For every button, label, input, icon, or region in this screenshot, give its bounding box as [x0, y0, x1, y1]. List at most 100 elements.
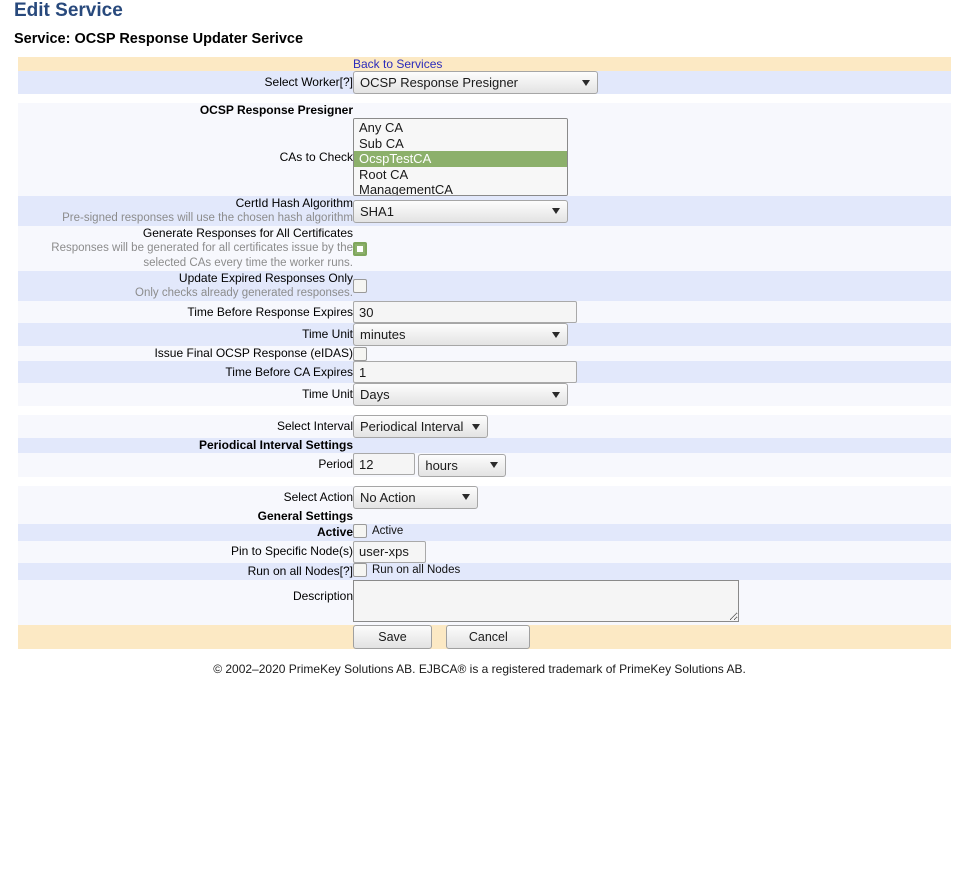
time-unit-ca-dropdown[interactable]: Days	[353, 383, 568, 406]
time-before-response-input[interactable]	[353, 301, 577, 323]
generate-all-help: Responses will be generated for all cert…	[18, 241, 353, 271]
period-cell: hours	[353, 453, 951, 477]
period-unit-dropdown[interactable]: hours	[418, 454, 506, 477]
period-input[interactable]	[353, 453, 415, 475]
run-all-nodes-checkbox-text: Run on all Nodes	[372, 564, 460, 576]
row-general-section-heading: General Settings	[18, 509, 951, 524]
row-time-before-ca: Time Before CA Expires	[18, 361, 951, 383]
cas-to-check-listbox[interactable]: Any CA Sub CA OcspTestCA Root CA Managem…	[353, 118, 568, 196]
row-final-ocsp: Issue Final OCSP Response (eIDAS)	[18, 346, 951, 361]
row-worker-section-heading: OCSP Response Presigner	[18, 103, 951, 118]
page-title: Edit Service	[14, 0, 959, 22]
time-before-response-cell	[353, 301, 951, 323]
time-unit-response-label: Time Unit	[18, 323, 353, 346]
time-unit-response-dropdown[interactable]: minutes	[353, 323, 568, 346]
row-update-expired: Update Expired Responses Only Only check…	[18, 271, 951, 301]
row-period: Period hours	[18, 453, 951, 477]
active-checkbox[interactable]	[353, 524, 367, 538]
save-button[interactable]: Save	[353, 625, 432, 649]
interval-section-spacer	[353, 438, 951, 453]
row-gap-3	[18, 477, 951, 486]
run-all-nodes-cell: Run on all Nodes	[353, 563, 951, 580]
select-interval-label: Select Interval	[18, 415, 353, 438]
interval-section-heading: Periodical Interval Settings	[18, 438, 353, 453]
ca-option[interactable]: ManagementCA	[354, 182, 567, 196]
update-expired-label: Update Expired Responses Only Only check…	[18, 271, 353, 301]
back-to-services-link[interactable]: Back to Services	[353, 57, 442, 71]
row-time-unit-response: Time Unit minutes	[18, 323, 951, 346]
row-back-to-services: Back to Services	[18, 57, 951, 71]
select-action-dropdown[interactable]: No Action	[353, 486, 478, 509]
period-label: Period	[18, 453, 353, 477]
row-certid-hash: CertId Hash Algorithm Pre-signed respons…	[18, 196, 951, 226]
row-cas-to-check: CAs to Check Any CA Sub CA OcspTestCA Ro…	[18, 118, 951, 196]
select-action-wrap: No Action	[353, 486, 478, 509]
row-pin-nodes: Pin to Specific Node(s)	[18, 541, 951, 563]
worker-section-heading-spacer	[353, 103, 951, 118]
final-ocsp-checkbox[interactable]	[353, 347, 367, 361]
certid-hash-help: Pre-signed responses will use the chosen…	[18, 211, 353, 226]
time-unit-ca-wrap: Days	[353, 383, 568, 406]
certid-hash-label: CertId Hash Algorithm Pre-signed respons…	[18, 196, 353, 226]
row-gap-2	[18, 406, 951, 415]
run-all-nodes-checkbox[interactable]	[353, 563, 367, 577]
row-interval-section-heading: Periodical Interval Settings	[18, 438, 951, 453]
active-label: Active	[18, 524, 353, 541]
description-label: Description	[18, 580, 353, 625]
certid-hash-wrap: SHA1	[353, 200, 568, 223]
final-ocsp-label: Issue Final OCSP Response (eIDAS)	[18, 346, 353, 361]
cas-to-check-label: CAs to Check	[18, 118, 353, 196]
time-unit-ca-cell: Days	[353, 383, 951, 406]
ca-option[interactable]: Sub CA	[354, 136, 567, 152]
ca-option[interactable]: Root CA	[354, 167, 567, 183]
general-section-heading: General Settings	[18, 509, 353, 524]
buttons-spacer	[18, 625, 353, 649]
row-select-interval: Select Interval Periodical Interval	[18, 415, 951, 438]
time-before-response-label: Time Before Response Expires	[18, 301, 353, 323]
time-unit-response-wrap: minutes	[353, 323, 568, 346]
certid-hash-dropdown[interactable]: SHA1	[353, 200, 568, 223]
edit-service-form: Back to Services Select Worker[?] OCSP R…	[18, 57, 951, 649]
ca-option[interactable]: Any CA	[354, 120, 567, 136]
run-all-nodes-label: Run on all Nodes[?]	[18, 563, 353, 580]
select-worker-label: Select Worker[?]	[18, 71, 353, 94]
cas-to-check-cell: Any CA Sub CA OcspTestCA Root CA Managem…	[353, 118, 951, 196]
row-time-before-response: Time Before Response Expires	[18, 301, 951, 323]
description-cell	[353, 580, 951, 625]
generate-all-checkbox[interactable]	[353, 242, 367, 256]
row-run-all-nodes: Run on all Nodes[?] Run on all Nodes	[18, 563, 951, 580]
empty-label-cell	[18, 57, 353, 71]
active-checkbox-row[interactable]: Active	[353, 524, 403, 538]
general-section-spacer	[353, 509, 951, 524]
time-before-ca-input[interactable]	[353, 361, 577, 383]
certid-hash-label-text: CertId Hash Algorithm	[236, 196, 353, 210]
select-worker-dropdown[interactable]: OCSP Response Presigner	[353, 71, 598, 94]
worker-section-heading: OCSP Response Presigner	[18, 103, 353, 118]
active-checkbox-text: Active	[372, 525, 403, 537]
update-expired-help: Only checks already generated responses.	[18, 286, 353, 301]
cancel-button[interactable]: Cancel	[446, 625, 530, 649]
description-textarea[interactable]	[353, 580, 739, 622]
ca-option-selected[interactable]: OcspTestCA	[354, 151, 567, 167]
buttons-cell: Save Cancel	[353, 625, 951, 649]
row-time-unit-ca: Time Unit Days	[18, 383, 951, 406]
select-action-cell: No Action	[353, 486, 951, 509]
row-active: Active Active	[18, 524, 951, 541]
run-all-nodes-checkbox-row[interactable]: Run on all Nodes	[353, 563, 460, 577]
service-subtitle: Service: OCSP Response Updater Serivce	[14, 30, 959, 48]
select-worker-cell: OCSP Response Presigner	[353, 71, 951, 94]
pin-nodes-label: Pin to Specific Node(s)	[18, 541, 353, 563]
row-gap-1	[18, 94, 951, 103]
pin-nodes-cell	[353, 541, 951, 563]
row-description: Description	[18, 580, 951, 625]
time-unit-ca-label: Time Unit	[18, 383, 353, 406]
pin-nodes-input[interactable]	[353, 541, 426, 563]
row-form-buttons: Save Cancel	[18, 625, 951, 649]
row-select-worker: Select Worker[?] OCSP Response Presigner	[18, 71, 951, 94]
row-generate-all: Generate Responses for All Certificates …	[18, 226, 951, 271]
update-expired-checkbox[interactable]	[353, 279, 367, 293]
select-interval-dropdown[interactable]: Periodical Interval	[353, 415, 488, 438]
active-cell: Active	[353, 524, 951, 541]
final-ocsp-cell	[353, 346, 951, 361]
certid-hash-cell: SHA1	[353, 196, 951, 226]
